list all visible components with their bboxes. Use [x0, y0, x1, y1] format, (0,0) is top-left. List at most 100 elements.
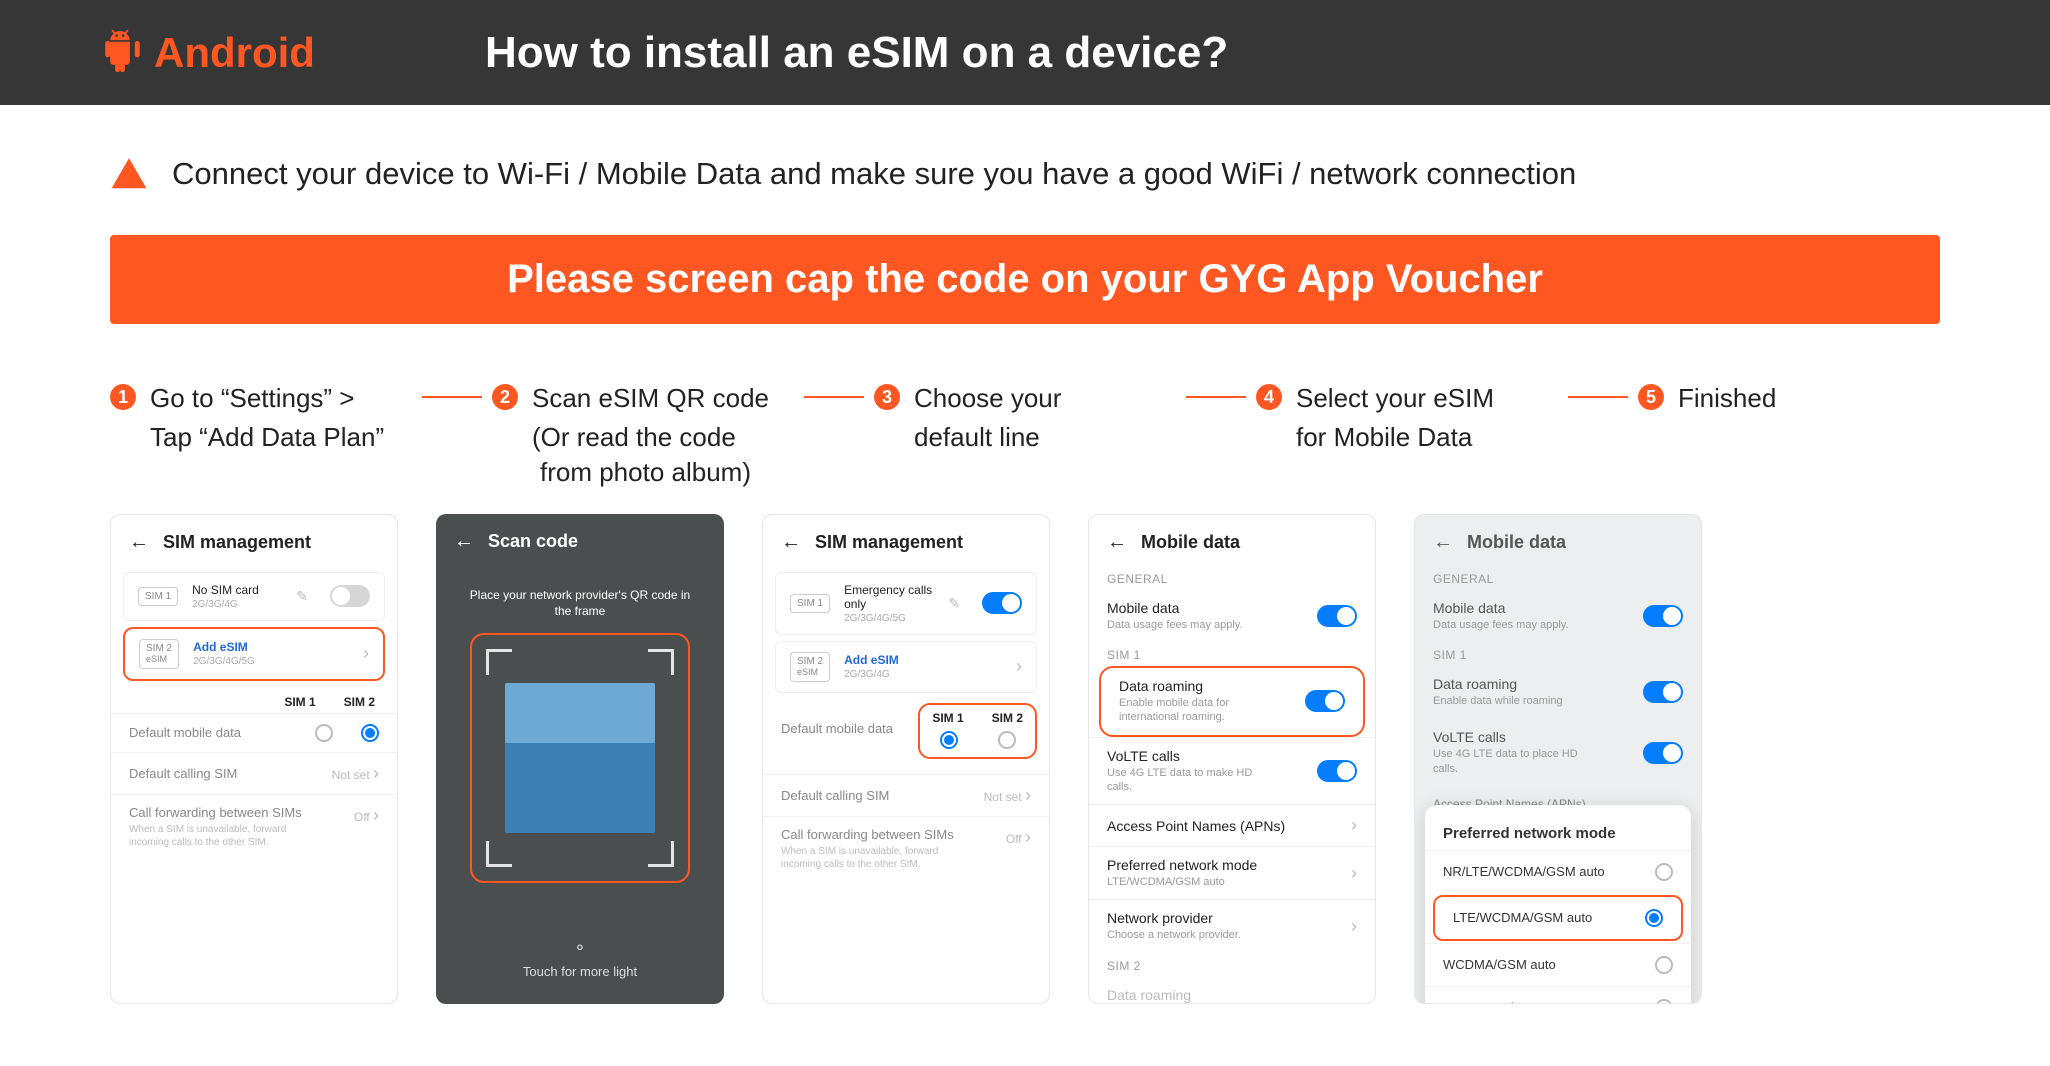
sim1-card[interactable]: SIM 1 No SIM card 2G/3G/4G ✎: [123, 572, 385, 621]
step-number: 1: [110, 384, 136, 410]
section-sim1: SIM 1: [1415, 642, 1701, 666]
sim1-bands: 2G/3G/4G/5G: [844, 613, 934, 624]
modal-option[interactable]: WCDMA/GSM auto: [1425, 943, 1691, 986]
modal-option[interactable]: WCDMA only: [1425, 986, 1691, 1004]
edit-icon[interactable]: ✎: [296, 588, 308, 605]
data-roaming-row[interactable]: Data roamingEnable mobile data for inter…: [1101, 668, 1363, 735]
modal-title: Preferred network mode: [1425, 815, 1691, 850]
section-general: GENERAL: [1415, 566, 1701, 590]
row-label: Default mobile data: [781, 721, 893, 736]
radio-option[interactable]: [1655, 956, 1673, 974]
row-sublabel: Data usage fees may apply.: [1433, 618, 1569, 632]
back-icon[interactable]: ←: [454, 530, 474, 553]
chevron-right-icon: ›: [1025, 827, 1031, 847]
default-calling-sim-row[interactable]: Default calling SIM Not set ›: [763, 774, 1049, 816]
roaming-toggle[interactable]: [1643, 681, 1683, 703]
phone-network-mode-modal: ← Mobile data GENERAL Mobile dataData us…: [1414, 514, 1702, 1004]
sim1-toggle[interactable]: [982, 592, 1022, 614]
row-value: Off: [354, 810, 370, 824]
row-label: Preferred network mode: [1107, 857, 1257, 873]
step-text: Go to “Settings” >: [150, 380, 354, 418]
radio-sim2[interactable]: [998, 731, 1016, 749]
roaming-toggle[interactable]: [1305, 690, 1345, 712]
data-roaming-highlight: Data roamingEnable mobile data for inter…: [1099, 666, 1365, 737]
step-text: Choose your: [914, 380, 1061, 418]
volte-row[interactable]: VoLTE callsUse 4G LTE data to make HD ca…: [1089, 737, 1375, 805]
step-connector: [1568, 396, 1628, 398]
step-text-line2: (Or read the code: [492, 422, 794, 453]
modal-option[interactable]: NR/LTE/WCDMA/GSM auto: [1425, 850, 1691, 893]
sim1-toggle[interactable]: [330, 585, 370, 607]
screen-title: SIM management: [815, 532, 963, 553]
phone-sim-management-1: ← SIM management SIM 1 No SIM card 2G/3G…: [110, 514, 398, 1004]
screen-header: ← Scan code: [436, 514, 724, 565]
mobile-data-toggle[interactable]: [1643, 605, 1683, 627]
data-roaming-row[interactable]: Data roamingEnable data while roaming: [1415, 666, 1701, 718]
mobile-data-row[interactable]: Mobile dataData usage fees may apply.: [1089, 590, 1375, 642]
edit-icon[interactable]: ✎: [948, 595, 960, 612]
row-value: Not set: [332, 768, 370, 782]
radio-option[interactable]: [1645, 909, 1663, 927]
row-sublabel: Use 4G LTE data to make HD calls.: [1107, 766, 1267, 795]
step-connector: [422, 396, 482, 398]
chevron-right-icon: ›: [363, 643, 369, 664]
warning-text: Connect your device to Wi-Fi / Mobile Da…: [172, 156, 1576, 192]
back-icon[interactable]: ←: [129, 531, 149, 554]
torch-button[interactable]: ⚬ Touch for more light: [436, 938, 724, 979]
network-provider-row[interactable]: Network providerChoose a network provide…: [1089, 899, 1375, 952]
row-value: Not set: [984, 790, 1022, 804]
sim-chip-icon: SIM 2eSIM: [790, 652, 830, 682]
volte-toggle[interactable]: [1317, 760, 1357, 782]
volte-toggle[interactable]: [1643, 742, 1683, 764]
step-text-line3: from photo album): [492, 457, 794, 488]
torch-label: Touch for more light: [523, 964, 637, 979]
sim2-add-esim-card[interactable]: SIM 2eSIM Add eSIM 2G/3G/4G/5G ›: [123, 627, 385, 681]
step-number: 2: [492, 384, 518, 410]
row-label: Mobile data: [1107, 600, 1243, 616]
row-sublabel: Use 4G LTE data to place HD calls.: [1433, 747, 1593, 776]
back-icon[interactable]: ←: [781, 531, 801, 554]
flashlight-icon: ⚬: [436, 938, 724, 958]
qr-scan-frame: [470, 633, 690, 883]
sim2-bands: 2G/3G/4G: [844, 669, 1002, 680]
option-label: WCDMA only: [1443, 1000, 1520, 1004]
android-label: Android: [154, 29, 315, 77]
back-icon[interactable]: ←: [1433, 531, 1453, 554]
radio-option[interactable]: [1655, 863, 1673, 881]
radio-sim2[interactable]: [361, 724, 379, 742]
sim1-bands: 2G/3G/4G: [192, 599, 282, 610]
screen-header: ← Mobile data: [1415, 515, 1701, 566]
screen-title: Mobile data: [1467, 532, 1566, 553]
phone-mobile-data-settings: ← Mobile data GENERAL Mobile dataData us…: [1088, 514, 1376, 1004]
col-sim1: SIM 1: [284, 695, 315, 709]
row-label: Default mobile data: [129, 725, 241, 740]
screen-header: ← SIM management: [111, 515, 397, 566]
default-calling-sim-row[interactable]: Default calling SIM Not set ›: [111, 752, 397, 794]
back-icon[interactable]: ←: [1107, 531, 1127, 554]
radio-sim1[interactable]: [315, 724, 333, 742]
apn-row[interactable]: Access Point Names (APNs) ›: [1089, 804, 1375, 846]
chevron-right-icon: ›: [1351, 863, 1357, 884]
step-1: 1 Go to “Settings” > Tap “Add Data Plan”: [110, 380, 412, 453]
mobile-data-toggle[interactable]: [1317, 605, 1357, 627]
radio-sim1[interactable]: [940, 731, 958, 749]
modal-option-selected[interactable]: LTE/WCDMA/GSM auto: [1433, 895, 1683, 941]
mobile-data-row[interactable]: Mobile dataData usage fees may apply.: [1415, 590, 1701, 642]
sim1-status: Emergency calls only: [844, 583, 934, 611]
sim1-card[interactable]: SIM 1 Emergency calls only 2G/3G/4G/5G ✎: [775, 572, 1037, 635]
step-5: 5 Finished: [1638, 380, 1940, 418]
chevron-right-icon: ›: [1025, 785, 1031, 805]
radio-option[interactable]: [1655, 999, 1673, 1004]
option-label: NR/LTE/WCDMA/GSM auto: [1443, 864, 1605, 879]
volte-row[interactable]: VoLTE callsUse 4G LTE data to place HD c…: [1415, 718, 1701, 786]
call-forwarding-row[interactable]: Call forwarding between SIMs When a SIM …: [111, 794, 397, 859]
sim-chip-icon: SIM 2eSIM: [139, 639, 179, 669]
add-esim-label: Add eSIM: [844, 653, 1002, 667]
option-label: LTE/WCDMA/GSM auto: [1453, 910, 1592, 925]
preferred-network-row[interactable]: Preferred network modeLTE/WCDMA/GSM auto…: [1089, 846, 1375, 899]
sim2-add-esim-card[interactable]: SIM 2eSIM Add eSIM 2G/3G/4G ›: [775, 641, 1037, 693]
call-forwarding-row[interactable]: Call forwarding between SIMs When a SIM …: [763, 816, 1049, 881]
col-sim1: SIM 1: [932, 711, 963, 725]
sim1-status: No SIM card: [192, 583, 282, 597]
default-mobile-data-row[interactable]: Default mobile data: [111, 713, 397, 752]
